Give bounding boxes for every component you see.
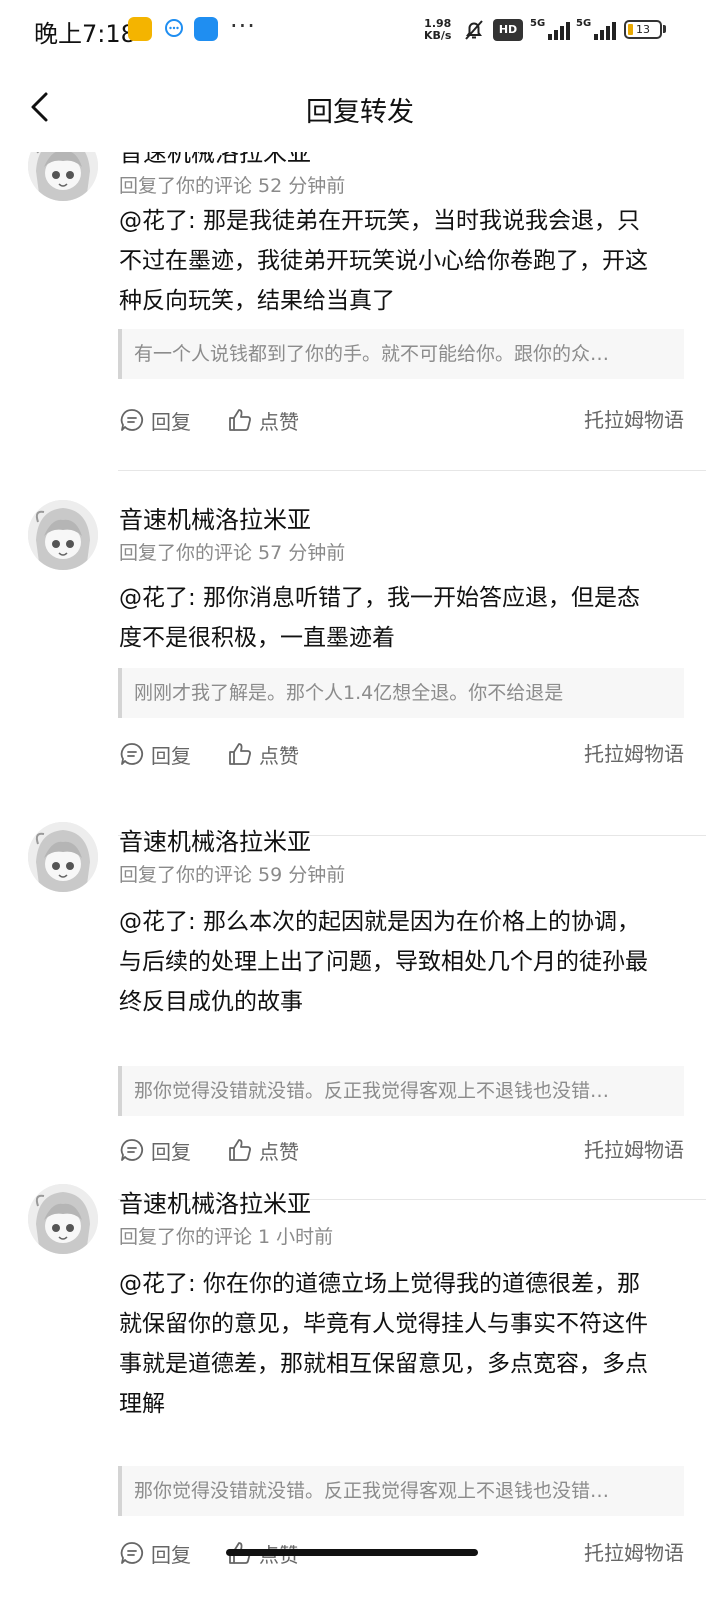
source-link[interactable]: 托拉姆物语 bbox=[584, 1536, 684, 1570]
comment-icon bbox=[120, 743, 144, 765]
comment-icon bbox=[120, 1542, 144, 1564]
action-bar: 回复 点赞 托拉姆物语 bbox=[119, 737, 684, 771]
avatar[interactable] bbox=[28, 500, 98, 570]
reply-button[interactable]: 回复 bbox=[119, 737, 191, 771]
reply-meta: 回复了你的评论 52 分钟前 bbox=[119, 175, 346, 197]
quoted-comment[interactable]: 刚刚才我了解是。那个人1.4亿想全退。你不给退是 bbox=[118, 668, 684, 718]
divider bbox=[118, 470, 706, 471]
action-bar: 回复 点赞 托拉姆物语 bbox=[119, 1133, 684, 1167]
comment-icon bbox=[120, 409, 144, 431]
reply-body-line: @花了: 那么本次的起因就是因为在价格上的协调， bbox=[119, 909, 641, 935]
thumbs-up-icon bbox=[229, 1139, 251, 1161]
quoted-comment[interactable]: 那你觉得没错就没错。反正我觉得客观上不退钱也没错… bbox=[118, 1066, 684, 1116]
page-title: 回复转发 bbox=[306, 97, 414, 128]
reply-body[interactable]: @花了: 那你消息听错了，我一开始答应退，但是态 度不是很积极，一直墨迹着 bbox=[119, 578, 684, 658]
reply-body-line: 度不是很积极，一直墨迹着 bbox=[119, 625, 395, 651]
action-bar: 回复 点赞 托拉姆物语 bbox=[119, 403, 684, 437]
reply-label: 回复 bbox=[151, 409, 191, 434]
reply-body-line: 与后续的处理上出了问题，导致相处几个月的徒孙最 bbox=[119, 949, 648, 975]
reply-body-line: 理解 bbox=[119, 1391, 165, 1417]
reply-label: 回复 bbox=[151, 1139, 191, 1164]
reply-button[interactable]: 回复 bbox=[119, 1133, 191, 1167]
reply-meta: 回复了你的评论 1 小时前 bbox=[119, 1226, 334, 1248]
username[interactable]: 音速机械洛拉米亚 bbox=[119, 1184, 311, 1219]
like-button[interactable]: 点赞 bbox=[227, 1133, 299, 1167]
reply-list[interactable]: 音速机械洛拉米亚 回复了你的评论 52 分钟前 @花了: 那是我徒弟在开玩笑，当时我… bbox=[0, 0, 720, 1601]
reply-label: 回复 bbox=[151, 743, 191, 768]
reply-body[interactable]: @花了: 那么本次的起因就是因为在价格上的协调， 与后续的处理上出了问题，导致相处… bbox=[119, 902, 684, 1022]
like-label: 点赞 bbox=[259, 743, 299, 768]
reply-label: 回复 bbox=[151, 1542, 191, 1567]
quoted-comment[interactable]: 有一个人说钱都到了你的手。就不可能给你。跟你的众… bbox=[118, 329, 684, 379]
reply-body-line: 事就是道德差，那就相互保留意见，多点宽容，多点 bbox=[119, 1351, 648, 1377]
home-indicator[interactable] bbox=[226, 1549, 478, 1556]
like-button[interactable]: 点赞 bbox=[227, 403, 299, 437]
reply-body-line: @花了: 那你消息听错了，我一开始答应退，但是态 bbox=[119, 585, 641, 611]
reply-body[interactable]: @花了: 你在你的道德立场上觉得我的道德很差，那 就保留你的意见，毕竟有人觉得挂人… bbox=[119, 1264, 684, 1424]
thumbs-up-icon bbox=[229, 409, 251, 431]
reply-body-line: 就保留你的意见，毕竟有人觉得挂人与事实不符这件 bbox=[119, 1311, 648, 1337]
nav-bar: 回复转发 bbox=[0, 62, 720, 152]
source-link[interactable]: 托拉姆物语 bbox=[584, 737, 684, 771]
username[interactable]: 音速机械洛拉米亚 bbox=[119, 822, 311, 857]
comment-icon bbox=[120, 1139, 144, 1161]
like-label: 点赞 bbox=[259, 409, 299, 434]
reply-body-line: @花了: 那是我徒弟在开玩笑，当时我说我会退，只 bbox=[119, 208, 641, 234]
source-link[interactable]: 托拉姆物语 bbox=[584, 403, 684, 437]
reply-meta: 回复了你的评论 57 分钟前 bbox=[119, 542, 346, 564]
like-button[interactable]: 点赞 bbox=[227, 737, 299, 771]
avatar[interactable] bbox=[28, 822, 98, 892]
reply-body-line: 终反目成仇的故事 bbox=[119, 989, 303, 1015]
reply-body-line: @花了: 你在你的道德立场上觉得我的道德很差，那 bbox=[119, 1271, 641, 1297]
reply-body-line: 种反向玩笑，结果给当真了 bbox=[119, 288, 395, 314]
avatar[interactable] bbox=[28, 1184, 98, 1254]
quoted-comment[interactable]: 那你觉得没错就没错。反正我觉得客观上不退钱也没错… bbox=[118, 1466, 684, 1516]
reply-body[interactable]: @花了: 那是我徒弟在开玩笑，当时我说我会退，只 不过在墨迹，我徒弟开玩笑说小心给… bbox=[119, 201, 684, 321]
reply-meta: 回复了你的评论 59 分钟前 bbox=[119, 864, 346, 886]
thumbs-up-icon bbox=[229, 743, 251, 765]
reply-button[interactable]: 回复 bbox=[119, 403, 191, 437]
source-link[interactable]: 托拉姆物语 bbox=[584, 1133, 684, 1167]
username[interactable]: 音速机械洛拉米亚 bbox=[119, 500, 311, 535]
reply-body-line: 不过在墨迹，我徒弟开玩笑说小心给你卷跑了，开这 bbox=[119, 248, 648, 274]
like-label: 点赞 bbox=[259, 1139, 299, 1164]
reply-button[interactable]: 回复 bbox=[119, 1536, 191, 1570]
